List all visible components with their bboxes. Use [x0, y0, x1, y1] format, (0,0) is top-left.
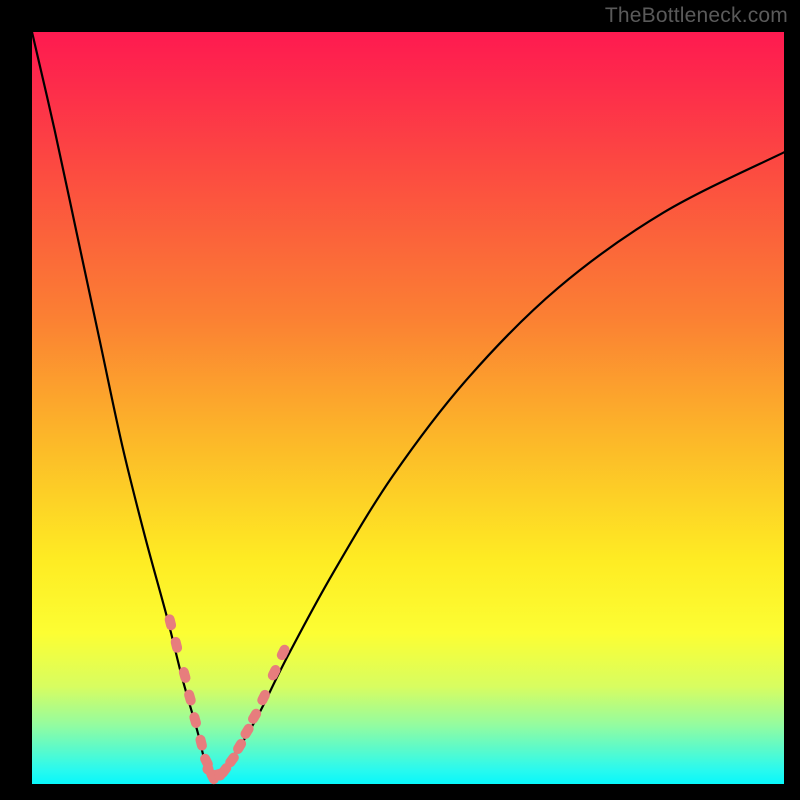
curve-marker	[194, 734, 208, 752]
curve-svg	[32, 32, 784, 784]
chart-frame: TheBottleneck.com	[0, 0, 800, 800]
plot-area	[32, 32, 784, 784]
bottleneck-curve	[32, 32, 784, 778]
watermark-text: TheBottleneck.com	[605, 4, 788, 28]
curve-marker	[215, 769, 226, 780]
curve-marker	[188, 711, 202, 729]
marker-group	[164, 613, 292, 786]
